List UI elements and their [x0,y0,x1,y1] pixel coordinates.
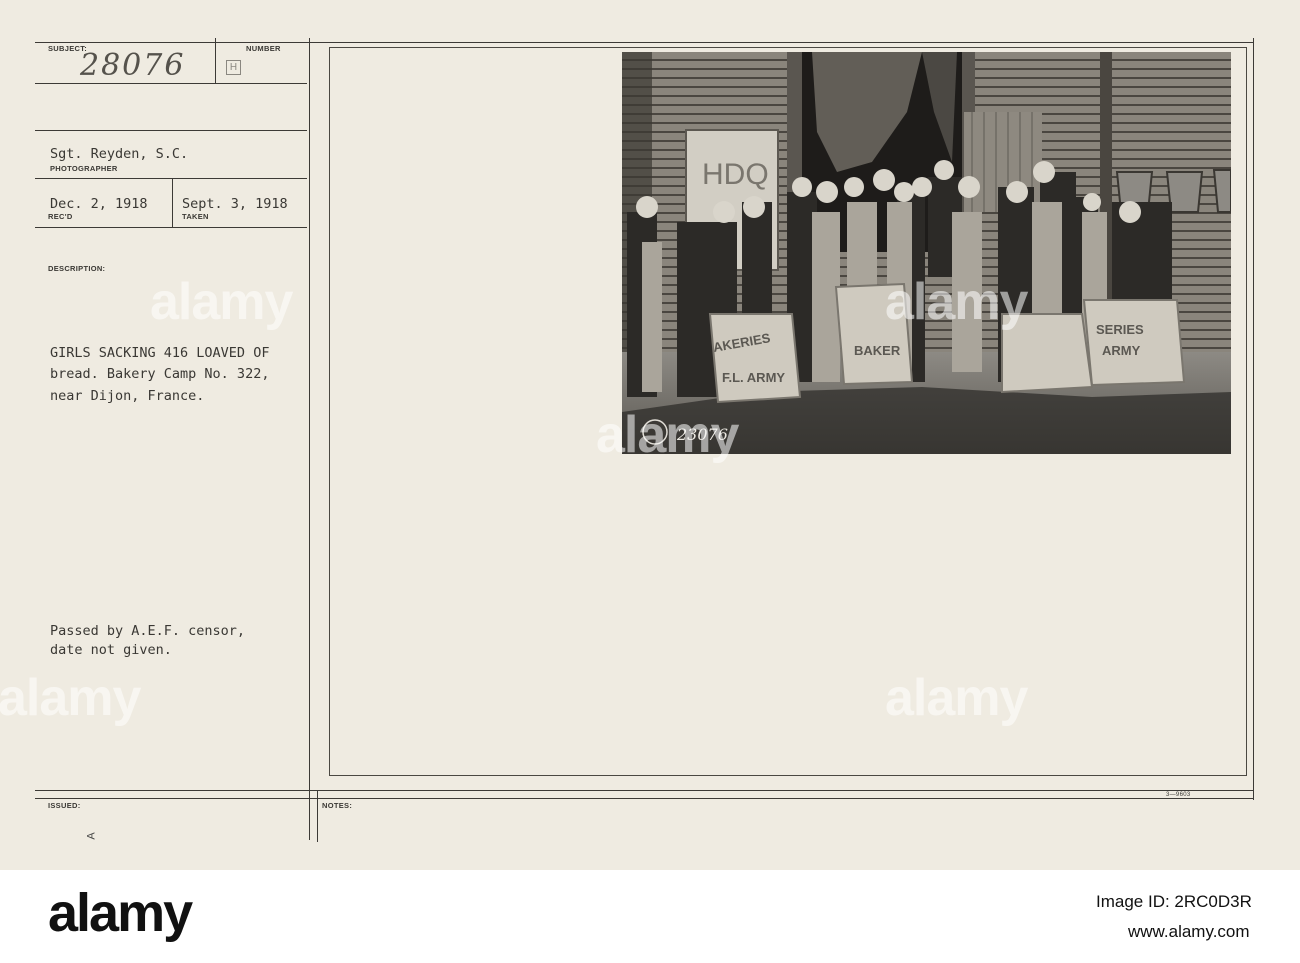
number-label: NUMBER [246,44,281,53]
photographer-name: Sgt. Reyden, S.C. [50,146,189,162]
divider [172,178,173,228]
archive-card: SUBJECT: NUMBER 28076 H Sgt. Reyden, S.C… [0,0,1300,870]
sack-lettering: F.L. ARMY [722,370,785,385]
censor-line: date not given. [50,642,172,658]
watermark: alamy [885,669,1028,727]
sign-text: HDQ [702,158,769,191]
description-line: GIRLS SACKING 416 LOAVED OF [50,345,270,361]
archival-photograph: HDQ AKERIES F.L. ARMY BAKER SERIES ARMY … [622,52,1231,454]
form-code: 3—9603 [1166,792,1191,798]
bakery-scene-image: HDQ AKERIES F.L. ARMY BAKER SERIES ARMY … [622,52,1231,454]
divider [215,38,216,84]
footer-logo: alamy [48,883,193,943]
divider [1253,38,1254,800]
divider [35,227,307,228]
description-line: bread. Bakery Camp No. 322, [50,366,270,382]
divider [35,83,307,84]
photographer-label: PHOTOGRAPHER [50,164,118,173]
received-label: REC'D [48,212,73,221]
image-id: Image ID: 2RC0D3R [1096,892,1252,911]
footer-url: www.alamy.com [1128,922,1250,941]
sack-lettering: ARMY [1102,343,1141,358]
sack-lettering: SERIES [1096,322,1144,337]
received-date: Dec. 2, 1918 [50,196,148,212]
description-line: near Dijon, France. [50,388,205,404]
divider [317,790,318,842]
notes-label: NOTES: [322,801,353,810]
subject-number: 28076 [80,48,186,83]
watermark: alamy [0,669,141,727]
divider [35,790,1253,791]
divider [35,42,1253,43]
divider [309,38,310,840]
censor-line: Passed by A.E.F. censor, [50,623,246,639]
issued-mark: A [85,832,98,840]
taken-label: TAKEN [182,212,209,221]
watermark: alamy [885,273,1028,331]
taken-date: Sept. 3, 1918 [182,196,288,212]
watermark: alamy [150,273,293,331]
issued-label: ISSUED: [48,801,81,810]
divider [35,178,307,179]
divider [35,130,307,131]
description-label: DESCRIPTION: [48,264,106,273]
stock-footer: alamy Image ID: 2RC0D3R www.alamy.com [0,870,1300,963]
divider [35,798,1253,799]
number-mark: H [226,60,241,75]
watermark: alamy [596,406,739,464]
sack-lettering: BAKER [854,343,901,358]
